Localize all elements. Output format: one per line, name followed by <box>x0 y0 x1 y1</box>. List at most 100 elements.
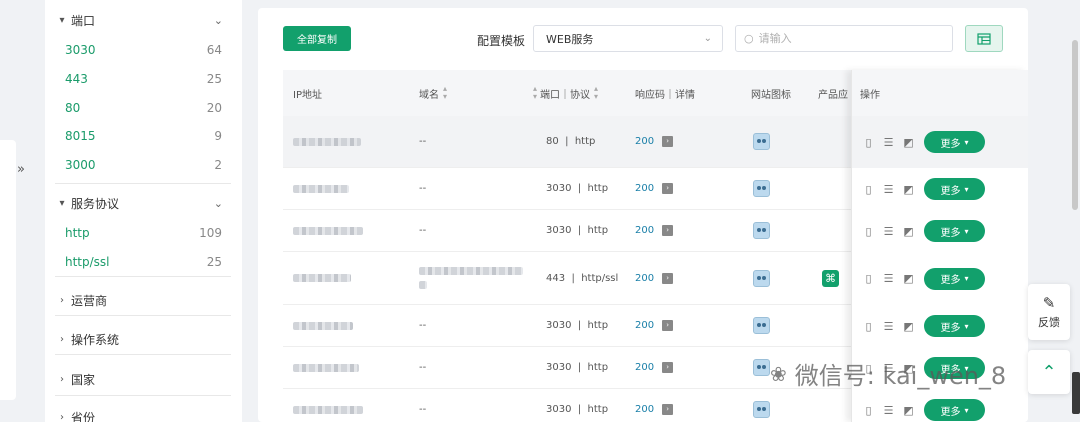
watermark-text: 微信号: kai_wen_8 <box>794 362 1007 390</box>
detail-arrow-icon[interactable]: › <box>662 183 674 194</box>
list-icon[interactable]: ☰ <box>882 320 895 333</box>
search-field[interactable]: ○ <box>735 25 953 52</box>
search-input[interactable] <box>758 32 929 45</box>
port-value: 80 <box>546 136 559 147</box>
chevron-down-icon[interactable]: ⌄ <box>214 14 223 27</box>
site-favicon-icon <box>753 401 770 418</box>
filter-group-title: 端口 <box>71 13 96 28</box>
list-icon[interactable]: ☰ <box>882 225 895 238</box>
more-button[interactable]: 更多 ▾ <box>924 220 985 242</box>
col-favicon: 网站图标 <box>751 70 791 116</box>
document-icon[interactable]: ▯ <box>862 404 875 417</box>
more-button[interactable]: 更多 ▾ <box>924 267 985 290</box>
more-button[interactable]: 更多 ▾ <box>924 178 985 200</box>
detail-arrow-icon[interactable]: › <box>662 272 674 284</box>
ip-cell <box>293 210 363 251</box>
template-select[interactable]: WEB服务 ⌄ <box>533 25 723 52</box>
back-to-top-button[interactable]: ⌃ <box>1028 350 1070 394</box>
list-icon[interactable]: ☰ <box>882 136 895 149</box>
more-label: 更多 <box>940 185 961 197</box>
status-code[interactable]: 200 <box>635 404 654 415</box>
document-icon[interactable]: ▯ <box>862 183 875 196</box>
row-actions: ▯ ☰ ◩ 更多 ▾ <box>852 168 1028 210</box>
facet-item[interactable]: 80 20 <box>65 99 222 117</box>
screenshot-icon[interactable]: ◩ <box>902 404 915 417</box>
chevron-down-icon[interactable]: ⌄ <box>214 197 223 210</box>
more-button[interactable]: 更多 ▾ <box>924 399 985 421</box>
port-proto-cell: 3030 | http <box>546 320 609 331</box>
status-code[interactable]: 200 <box>635 183 654 194</box>
product-tag-icon[interactable]: ⌘ <box>822 269 839 287</box>
table-view-icon <box>977 32 991 45</box>
status-code[interactable]: 200 <box>635 362 654 373</box>
detail-arrow-icon[interactable]: › <box>662 136 674 147</box>
chevron-down-icon: ▾ <box>964 226 969 236</box>
feedback-button[interactable]: ✎ 反馈 <box>1028 284 1070 340</box>
status-code[interactable]: 200 <box>635 136 654 147</box>
screenshot-icon[interactable]: ◩ <box>902 272 915 285</box>
code-cell: 200 › <box>635 252 674 304</box>
filter-group-protocol[interactable]: ▾ 服务协议 ⌄ <box>45 193 231 213</box>
sort-icon[interactable]: ▴ ▾ <box>533 85 537 101</box>
facet-item[interactable]: 3000 2 <box>65 156 222 174</box>
detail-arrow-icon[interactable]: › <box>662 320 674 331</box>
caret-right-icon: › <box>60 333 64 345</box>
status-code[interactable]: 200 <box>635 273 654 284</box>
facet-item[interactable]: 443 25 <box>65 70 222 88</box>
sort-icon[interactable]: ▴ ▾ <box>443 85 447 101</box>
status-code[interactable]: 200 <box>635 320 654 331</box>
facet-label: 8015 <box>65 129 96 143</box>
screenshot-icon[interactable]: ◩ <box>902 136 915 149</box>
more-label: 更多 <box>940 275 961 286</box>
filter-group-os[interactable]: › 操作系统 <box>45 329 231 349</box>
facet-item[interactable]: http/ssl 25 <box>65 253 222 271</box>
site-favicon-icon <box>753 317 770 334</box>
search-icon: ○ <box>744 32 754 45</box>
document-icon[interactable]: ▯ <box>862 225 875 238</box>
domain-cell: -- <box>419 225 427 236</box>
detail-arrow-icon[interactable]: › <box>662 225 674 236</box>
caret-right-icon: › <box>60 294 64 306</box>
filter-group-province[interactable]: › 省份 <box>45 407 231 422</box>
col-domain[interactable]: 域名 ▴ ▾ <box>419 70 447 116</box>
proto-value: http <box>574 136 596 147</box>
screenshot-icon[interactable]: ◩ <box>902 320 915 333</box>
port-value: 3030 <box>546 362 572 373</box>
document-icon[interactable]: ▯ <box>862 272 875 285</box>
detail-arrow-icon[interactable]: › <box>662 404 674 415</box>
domain-cell <box>419 252 523 304</box>
status-code[interactable]: 200 <box>635 225 654 236</box>
filter-group-country[interactable]: › 国家 <box>45 369 231 389</box>
filter-group-title: 服务协议 <box>71 196 120 211</box>
row-actions: ▯ ☰ ◩ 更多 ▾ <box>852 305 1028 347</box>
facet-item[interactable]: 8015 9 <box>65 127 222 145</box>
col-port-label: 端口｜协议 <box>540 89 591 101</box>
column-settings-button[interactable] <box>965 25 1003 52</box>
sort-icon[interactable]: ▴ ▾ <box>594 85 598 101</box>
copy-all-button[interactable]: 全部复制 <box>283 26 351 51</box>
facet-item[interactable]: http 109 <box>65 224 222 242</box>
col-port-proto[interactable]: ▴ ▾ 端口｜协议 ▴ ▾ <box>533 70 598 116</box>
site-favicon-icon <box>753 133 770 150</box>
facet-item[interactable]: 3030 64 <box>65 41 222 59</box>
screenshot-icon[interactable]: ◩ <box>902 225 915 238</box>
expand-panel-icon[interactable]: » <box>17 162 25 177</box>
scrollbar[interactable] <box>1072 40 1078 210</box>
document-icon[interactable]: ▯ <box>862 136 875 149</box>
screenshot-icon[interactable]: ◩ <box>902 183 915 196</box>
masked-ip <box>293 274 351 282</box>
list-icon[interactable]: ☰ <box>882 272 895 285</box>
col-ip: IP地址 <box>293 70 322 116</box>
list-icon[interactable]: ☰ <box>882 404 895 417</box>
feedback-label: 反馈 <box>1038 316 1060 329</box>
more-button[interactable]: 更多 ▾ <box>924 315 985 337</box>
document-icon[interactable]: ▯ <box>862 320 875 333</box>
facet-count: 25 <box>206 255 222 269</box>
favicon-cell <box>753 116 770 167</box>
list-icon[interactable]: ☰ <box>882 183 895 196</box>
domain-cell: -- <box>419 404 427 415</box>
filter-group-isp[interactable]: › 运营商 <box>45 290 231 310</box>
detail-arrow-icon[interactable]: › <box>662 362 674 373</box>
filter-group-port[interactable]: ▾ 端口 ⌄ <box>45 10 231 30</box>
more-button[interactable]: 更多 ▾ <box>924 131 985 153</box>
